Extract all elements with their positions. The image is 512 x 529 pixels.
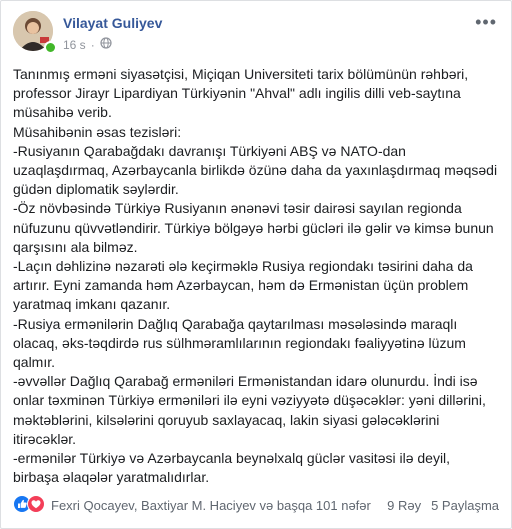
post-paragraph: Müsahibənin əsas tezisləri: <box>13 123 182 140</box>
more-options-icon[interactable]: ••• <box>475 13 497 31</box>
post-paragraph: -Öz növbəsində Türkiyə Rusiyanın ənənəvi… <box>13 200 494 255</box>
post-stats: 9 Rəy 5 Paylaşma <box>387 498 499 513</box>
comments-count[interactable]: 9 Rəy <box>387 498 421 513</box>
post-paragraph: -əvvəllər Dağlıq Qarabağ erməniləri Ermə… <box>13 373 486 447</box>
post-footer: Fexri Qocayev, Baxtiyar M. Haciyev və ba… <box>13 491 499 519</box>
post-text: Tanınmış erməni siyasətçisi, Miçiqan Uni… <box>13 65 499 487</box>
post-author[interactable]: Vilayat Guliyev <box>63 15 162 31</box>
reaction-icons[interactable] <box>13 494 45 516</box>
shares-count[interactable]: 5 Paylaşma <box>431 498 499 513</box>
post-meta: 16 s · <box>63 37 112 52</box>
post-paragraph: -Rusiya ermənilərin Dağlıq Qarabağa qayt… <box>13 315 466 371</box>
online-status-dot <box>44 41 57 54</box>
post-paragraph: -Rusiyanın Qarabağdakı davranışı Türkiyə… <box>13 142 498 198</box>
reactors-text[interactable]: Fexri Qocayev, Baxtiyar M. Haciyev və ba… <box>51 498 387 513</box>
love-icon <box>27 494 45 516</box>
post-card: Vilayat Guliyev 16 s · ••• Tanınmış ermə… <box>0 0 512 529</box>
post-paragraph: -Laçın dəhlizinə nəzarəti ələ keçirməklə… <box>13 258 473 313</box>
dot-separator: · <box>90 37 95 52</box>
post-time[interactable]: 16 s <box>63 38 86 52</box>
globe-icon[interactable] <box>100 37 112 52</box>
post-paragraph: -ermənilər Türkiyə və Azərbaycanla beynə… <box>13 450 451 486</box>
post-paragraph: Tanınmış erməni siyasətçisi, Miçiqan Uni… <box>13 66 469 121</box>
